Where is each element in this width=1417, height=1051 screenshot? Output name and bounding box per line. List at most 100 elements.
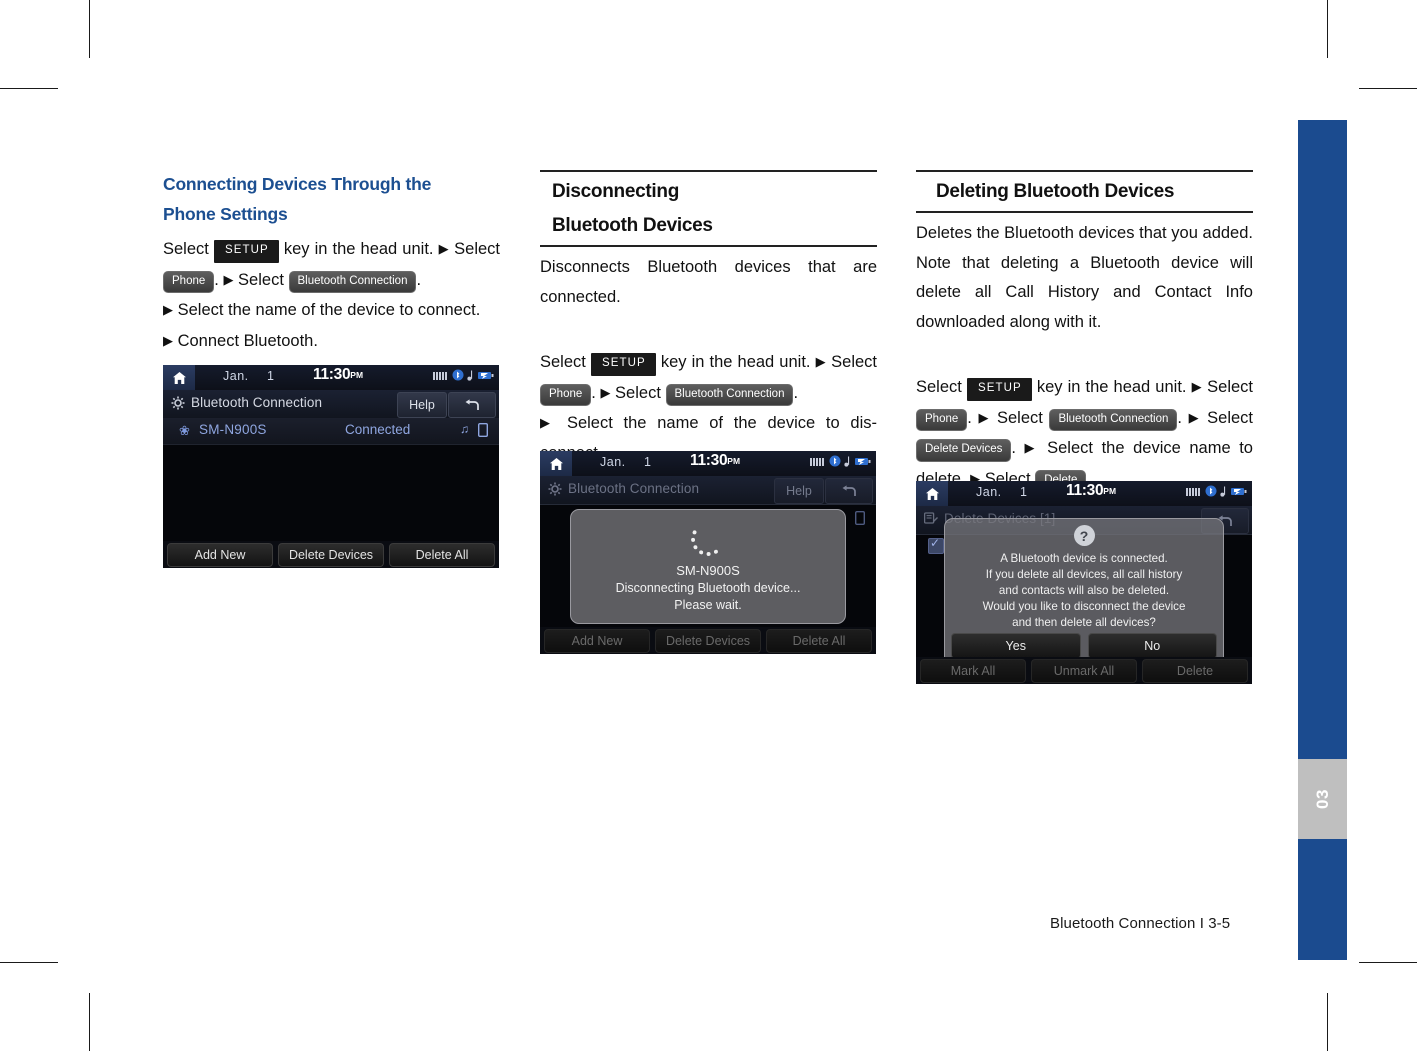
select-word-2: Select <box>831 353 877 371</box>
delete-devices-key-chip[interactable]: Delete Devices <box>916 439 1012 462</box>
status-time: 11:30PM <box>1066 482 1116 500</box>
status-time: 11:30PM <box>690 452 740 470</box>
steps-paragraph-disconnecting: Select SETUP key in the head unit. ▶ Sel… <box>540 347 877 468</box>
section-heading-line-2: Phone Settings <box>163 204 288 224</box>
device-list-row[interactable]: ❀ SM-N900S Connected ♫ <box>163 418 499 445</box>
music-note-icon <box>844 456 850 467</box>
crop-mark-top-left-vertical <box>89 0 90 58</box>
select-word-1: Select <box>916 378 962 396</box>
phone-key-chip[interactable]: Phone <box>163 270 215 293</box>
delete-confirmation-dialog: ? A Bluetooth device is connected. If yo… <box>944 518 1224 666</box>
battery-icon <box>855 457 871 465</box>
status-time-value: 11:30 <box>313 366 351 383</box>
bluetooth-connection-key-chip[interactable]: Bluetooth Connection <box>288 270 417 293</box>
status-ampm: PM <box>1103 486 1117 496</box>
screenshot-bluetooth-connection-list: Jan. 1 11:30PM Bluetooth Connection Help… <box>163 365 499 568</box>
signal-bars-icon <box>810 457 824 466</box>
phone-key-chip[interactable]: Phone <box>916 408 968 431</box>
crop-mark-top-left-horizontal <box>0 88 58 89</box>
dialog-line-5: and then delete all devices? <box>1012 616 1156 629</box>
no-button[interactable]: No <box>1087 633 1217 659</box>
section-heading-line-2: Bluetooth Devices <box>552 215 713 236</box>
question-mark-icon: ? <box>1073 525 1095 546</box>
help-button[interactable]: Help <box>774 478 824 504</box>
column-disconnecting-devices: Disconnecting Bluetooth Devices Disconne… <box>540 170 877 468</box>
setup-key-chip[interactable]: SETUP <box>213 240 279 263</box>
delete-button[interactable]: Delete <box>1142 658 1248 683</box>
period-1: . <box>591 383 596 402</box>
select-word-4: Select <box>1207 408 1253 427</box>
home-icon[interactable] <box>916 481 948 506</box>
status-icon-group <box>1186 485 1248 497</box>
signal-bars-icon <box>433 371 447 380</box>
chapter-sidebar-tab: 03 <box>1298 120 1347 960</box>
screenshot-delete-confirm-dialog: Jan. 1 11:30PM Delete Devices [1] ? A Bl… <box>916 481 1252 684</box>
intro-paragraph-disconnecting: Disconnects Bluetooth devices that are c… <box>540 258 877 306</box>
battery-icon <box>478 371 494 379</box>
status-bar: Jan. 1 11:30PM <box>916 481 1252 507</box>
status-month: Jan. <box>976 485 1002 499</box>
select-word-3: Select <box>238 270 284 289</box>
crop-mark-bottom-left-horizontal <box>0 962 58 963</box>
step-arrow-icon: ▶ <box>163 332 173 348</box>
step-arrow-icon: ▶ <box>1024 440 1039 455</box>
add-new-button[interactable]: Add New <box>167 542 273 567</box>
dialog-line-1: A Bluetooth device is connected. <box>1000 552 1168 565</box>
select-word-1: Select <box>163 240 209 258</box>
period-1: . <box>967 408 972 427</box>
screenshot-disconnecting-progress: Jan. 1 11:30PM Bluetooth Connection Help… <box>540 451 876 654</box>
home-icon[interactable] <box>540 451 572 476</box>
setup-key-chip[interactable]: SETUP <box>590 353 656 376</box>
bluetooth-connection-key-chip[interactable]: Bluetooth Connection <box>1049 408 1178 431</box>
screen-bottom-button-bar: Add New Delete Devices Delete All <box>540 627 876 654</box>
dialog-line-4: Would you like to disconnect the device <box>982 600 1186 613</box>
bluetooth-circle-icon <box>1205 485 1217 497</box>
period-2: . <box>1177 408 1182 427</box>
crop-mark-bottom-right-horizontal <box>1359 962 1417 963</box>
select-word-2: Select <box>454 240 500 258</box>
delete-all-button[interactable]: Delete All <box>766 628 872 653</box>
delete-devices-button[interactable]: Delete Devices <box>278 542 384 567</box>
dialog-message-line-2: Please wait. <box>674 598 742 612</box>
screen-bottom-button-bar: Mark All Unmark All Delete <box>916 657 1252 684</box>
bluetooth-connection-key-chip[interactable]: Bluetooth Connection <box>665 383 794 406</box>
step-arrow-icon: ▶ <box>1191 379 1203 394</box>
bluetooth-circle-icon <box>452 369 464 381</box>
phone-key-chip[interactable]: Phone <box>540 383 592 406</box>
mark-all-button[interactable]: Mark All <box>920 658 1026 683</box>
status-ampm: PM <box>727 456 741 466</box>
select-word-2: Select <box>1207 378 1253 396</box>
delete-devices-button[interactable]: Delete Devices <box>655 628 761 653</box>
dialog-button-row: Yes No <box>951 633 1217 659</box>
yes-button[interactable]: Yes <box>951 633 1081 659</box>
back-arrow-icon[interactable] <box>448 392 496 418</box>
crop-mark-top-right-horizontal <box>1359 88 1417 89</box>
screen-title-label: Bluetooth Connection <box>191 395 323 410</box>
help-button[interactable]: Help <box>397 392 447 418</box>
add-new-button[interactable]: Add New <box>544 628 650 653</box>
connect-bluetooth-line: Connect Bluetooth. <box>177 331 318 350</box>
device-checkbox[interactable] <box>928 536 944 554</box>
period-2: . <box>416 270 422 289</box>
status-bar: Jan. 1 11:30PM <box>540 451 876 477</box>
delete-all-button[interactable]: Delete All <box>389 542 495 567</box>
key-head-unit-text: key in the head unit. <box>283 240 434 258</box>
list-edit-icon <box>923 512 938 530</box>
section-heading-connecting: Connecting Devices Through the Phone Set… <box>163 170 500 228</box>
gear-icon <box>548 482 562 501</box>
key-head-unit-text: key in the head unit. <box>660 353 811 371</box>
setup-key-chip[interactable]: SETUP <box>966 378 1032 401</box>
period-1: . <box>214 270 219 289</box>
home-icon[interactable] <box>163 365 195 390</box>
unmark-all-button[interactable]: Unmark All <box>1031 658 1137 683</box>
screen-title-bar: Bluetooth Connection Help <box>163 390 499 419</box>
screen-title-label: Bluetooth Connection <box>568 481 700 496</box>
crop-mark-bottom-right-vertical <box>1327 993 1328 1051</box>
crop-mark-top-right-vertical <box>1327 0 1328 58</box>
back-arrow-icon[interactable] <box>825 478 873 504</box>
gear-icon <box>171 396 185 415</box>
device-status-label: Connected <box>345 422 411 437</box>
bluetooth-icon: ❀ <box>179 423 190 438</box>
step-arrow-icon: ▶ <box>978 409 991 425</box>
